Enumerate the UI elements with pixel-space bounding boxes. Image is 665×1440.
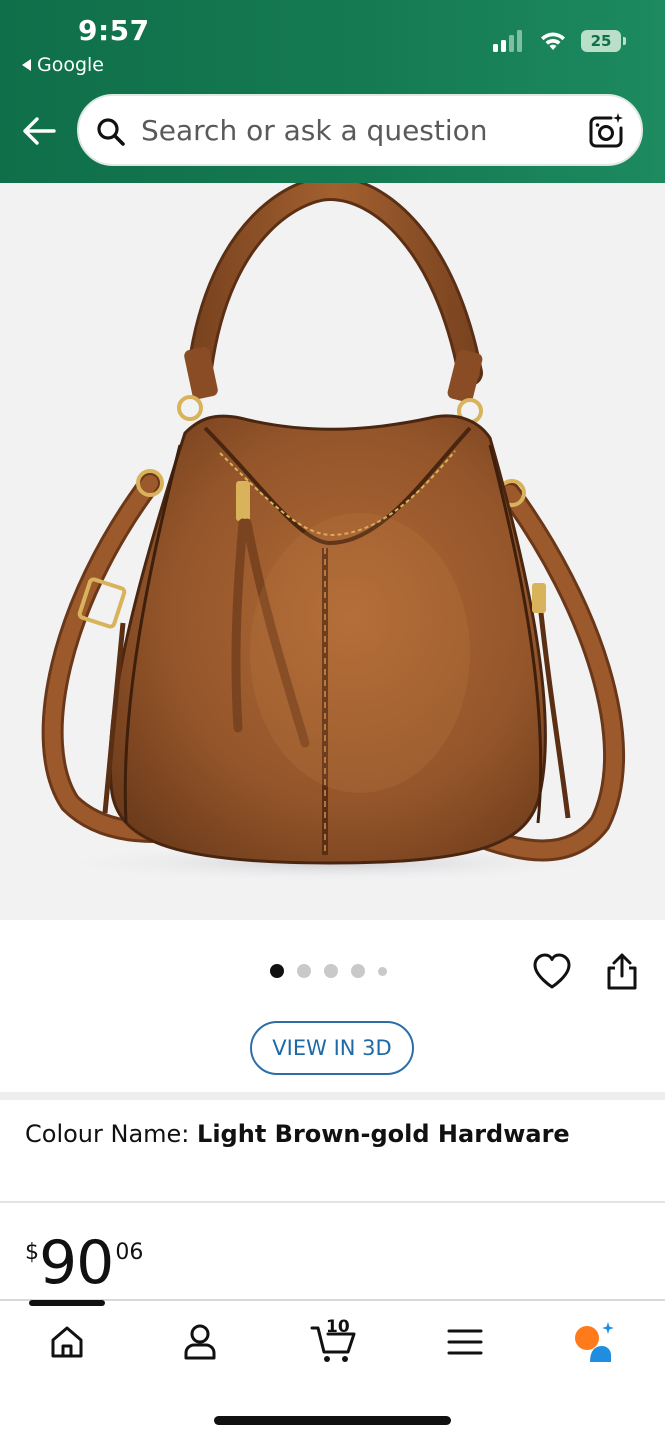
search-bar[interactable] xyxy=(77,94,643,166)
account-icon[interactable] xyxy=(178,1320,222,1364)
carousel-dot[interactable] xyxy=(297,964,311,978)
cart-count-badge: 10 xyxy=(326,1317,350,1337)
heart-icon[interactable] xyxy=(532,952,572,992)
menu-icon[interactable] xyxy=(443,1320,487,1364)
colour-value: Light Brown-gold Hardware xyxy=(197,1120,570,1148)
image-carousel-dots[interactable] xyxy=(270,964,387,978)
colour-row: Colour Name: Light Brown-gold Hardware xyxy=(25,1120,570,1148)
share-icon[interactable] xyxy=(602,952,642,992)
status-time: 9:57 xyxy=(78,14,150,47)
rufus-assistant-icon[interactable] xyxy=(572,1320,616,1364)
page: 9:57 Google 25 Search or ask a question … xyxy=(0,0,665,1440)
battery-icon: 25 xyxy=(581,30,626,52)
price-whole: 90 xyxy=(39,1228,114,1298)
back-arrow-icon[interactable] xyxy=(20,112,58,150)
search-icon xyxy=(97,118,125,146)
back-to-app-link[interactable]: Google xyxy=(22,54,104,76)
price-symbol: $ xyxy=(25,1240,39,1265)
handbag-illustration xyxy=(40,183,626,883)
wifi-icon xyxy=(541,32,565,50)
section-divider xyxy=(0,1201,665,1203)
view-in-3d-button[interactable]: VIEW IN 3D xyxy=(250,1021,414,1075)
camera-lens-icon[interactable] xyxy=(587,112,625,150)
carousel-dot[interactable] xyxy=(351,964,365,978)
home-indicator xyxy=(214,1416,451,1425)
app-header: 9:57 Google 25 xyxy=(0,0,665,183)
home-icon[interactable] xyxy=(45,1320,89,1364)
price-fraction: 06 xyxy=(115,1240,144,1265)
back-triangle-icon xyxy=(22,59,31,71)
carousel-dot[interactable] xyxy=(324,964,338,978)
signal-icon xyxy=(493,30,522,52)
carousel-dot[interactable] xyxy=(378,966,387,976)
section-divider xyxy=(0,1092,665,1100)
search-input[interactable] xyxy=(141,108,571,152)
active-tab-indicator xyxy=(29,1300,105,1306)
colour-label: Colour Name: xyxy=(25,1120,198,1148)
product-image[interactable] xyxy=(0,183,665,920)
carousel-dot[interactable] xyxy=(270,964,284,978)
status-icons: 25 xyxy=(493,30,626,52)
product-price: $ 90 06 xyxy=(25,1228,143,1298)
back-app-label: Google xyxy=(37,54,105,76)
